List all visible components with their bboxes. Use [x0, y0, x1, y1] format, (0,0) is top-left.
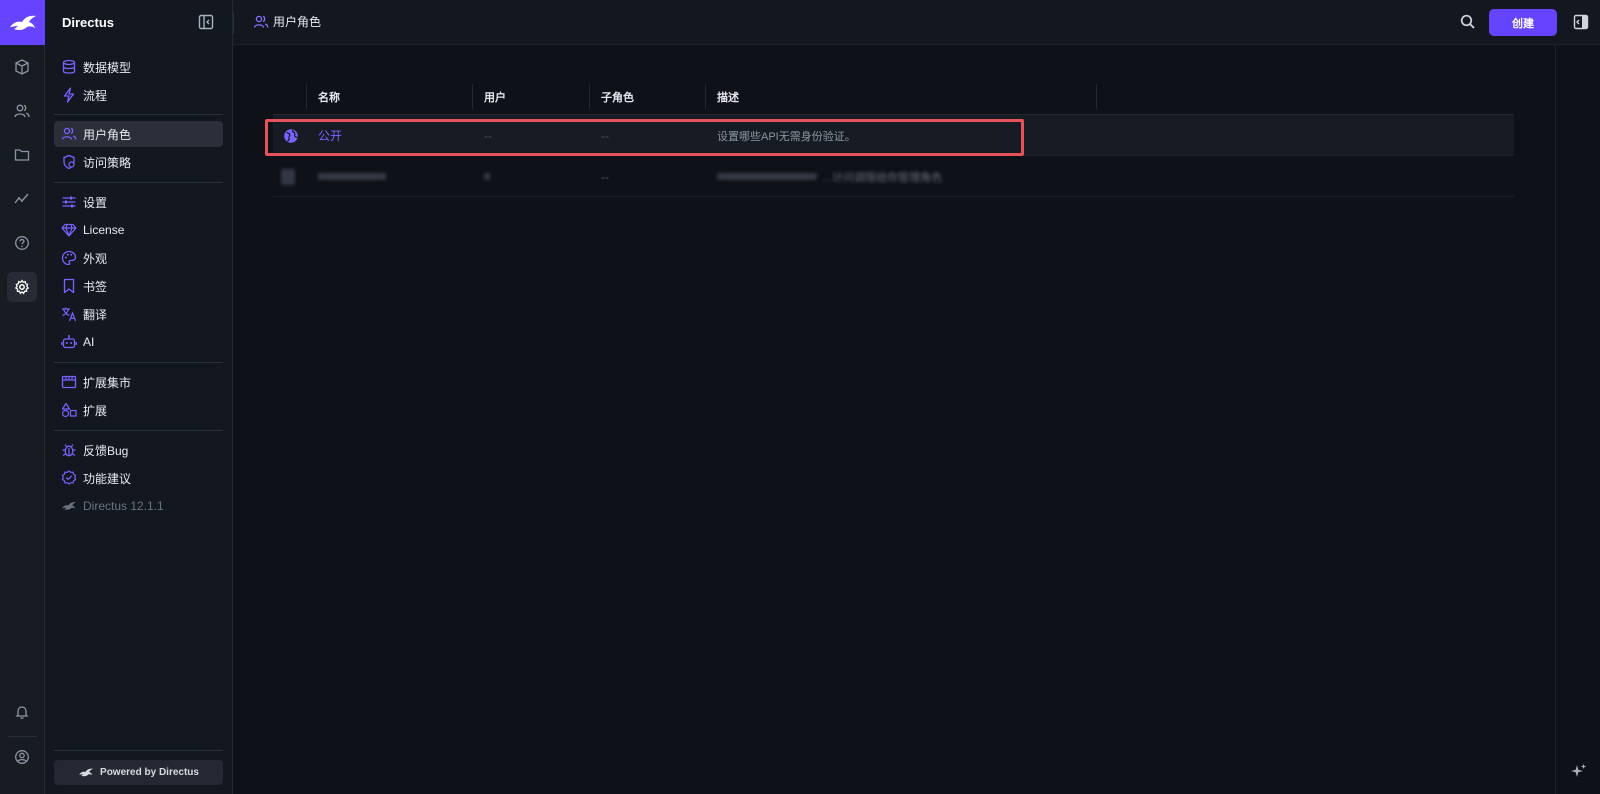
- nav-item-license[interactable]: License: [54, 217, 223, 243]
- role-users-redacted: [484, 156, 490, 197]
- nav-item-label: 用户角色: [83, 127, 132, 142]
- diamond-icon: [61, 222, 77, 238]
- role-name-redacted[interactable]: [318, 156, 386, 197]
- nav-item-access-policies[interactable]: 访问策略: [54, 149, 223, 175]
- header-separator: [233, 12, 234, 34]
- sidebar-panel-toggle-icon[interactable]: [1572, 13, 1590, 31]
- role-description-redacted: ...计问调限给你管理角色: [717, 156, 942, 197]
- nav-item-label: 书签: [83, 279, 108, 294]
- content-module-icon[interactable]: [7, 52, 37, 82]
- files-module-icon[interactable]: [7, 140, 37, 170]
- column-separator[interactable]: [589, 84, 590, 109]
- modbar-divider: [8, 736, 37, 737]
- verified-icon: [61, 470, 77, 486]
- nav-header: Directus: [45, 0, 233, 45]
- nav-item-extensions[interactable]: 扩展: [54, 397, 223, 423]
- nav-item-feature-request[interactable]: 功能建议: [54, 465, 223, 491]
- nav-item-label: 功能建议: [83, 471, 132, 486]
- nav-divider: [54, 362, 223, 363]
- bug-icon: [61, 442, 77, 458]
- search-icon[interactable]: [1459, 13, 1477, 31]
- column-header-users[interactable]: 用户: [484, 78, 506, 115]
- nav-item-marketplace[interactable]: 扩展集市: [54, 369, 223, 395]
- nav-divider: [54, 750, 223, 751]
- help-module-icon[interactable]: [7, 228, 37, 258]
- nav-item-label: 访问策略: [83, 155, 132, 170]
- collapse-sidebar-icon[interactable]: [197, 13, 215, 31]
- column-separator[interactable]: [472, 84, 473, 109]
- powered-by-directus[interactable]: Powered by Directus: [54, 760, 223, 785]
- nav-item-flows[interactable]: 流程: [54, 82, 223, 108]
- app-title: Directus: [62, 15, 115, 30]
- settings-navigation: Directus 数据模型 流程 用户角色 访问策略 设置 License 外观…: [45, 0, 233, 794]
- rabbit-logo-icon: [9, 15, 36, 30]
- bookmark-icon: [61, 278, 77, 294]
- right-rail: [1555, 45, 1600, 794]
- column-header-children[interactable]: 子角色: [601, 78, 634, 115]
- nav-item-label: 流程: [83, 88, 108, 103]
- nav-divider: [54, 430, 223, 431]
- column-separator: [306, 84, 307, 109]
- column-header-description[interactable]: 描述: [717, 78, 739, 115]
- nav-item-label: License: [83, 223, 125, 237]
- nav-item-appearance[interactable]: 外观: [54, 245, 223, 271]
- nav-item-translations[interactable]: 翻译: [54, 301, 223, 327]
- nav-item-label: AI: [83, 335, 95, 349]
- robot-icon: [61, 334, 77, 350]
- nav-item-label: 扩展集市: [83, 375, 132, 390]
- nav-divider: [54, 114, 223, 115]
- settings-module-icon[interactable]: [7, 272, 37, 302]
- nav-item-settings[interactable]: 设置: [54, 189, 223, 215]
- directus-rabbit-icon: [79, 768, 93, 777]
- highlight-annotation-box: [265, 119, 1024, 156]
- nav-item-label: 数据模型: [83, 60, 132, 75]
- users-icon: [253, 14, 269, 30]
- page-title: 用户角色: [273, 15, 322, 29]
- nav-item-label: 扩展: [83, 403, 108, 418]
- palette-icon: [61, 250, 77, 266]
- user-account-icon[interactable]: [7, 742, 37, 772]
- users-icon: [61, 126, 77, 142]
- breadcrumb: 用户角色: [253, 13, 321, 30]
- column-header-name[interactable]: 名称: [318, 78, 340, 115]
- database-icon: [61, 59, 77, 75]
- notifications-bell-icon[interactable]: [7, 697, 37, 727]
- nav-item-user-roles[interactable]: 用户角色: [54, 121, 223, 147]
- nav-divider: [54, 182, 223, 183]
- nav-item-data-model[interactable]: 数据模型: [54, 54, 223, 80]
- nav-item-label: Directus 12.1.1: [83, 499, 164, 513]
- app-root: Directus 数据模型 流程 用户角色 访问策略 设置 License 外观…: [0, 0, 1600, 794]
- directus-logo[interactable]: [0, 0, 45, 45]
- table-header: 名称 用户 子角色 描述: [273, 78, 1514, 115]
- row-icon-cell: [281, 156, 295, 197]
- column-separator[interactable]: [1096, 84, 1097, 109]
- nav-item-report-bug[interactable]: 反馈Bug: [54, 437, 223, 463]
- nav-item-bookmarks[interactable]: 书签: [54, 273, 223, 299]
- nav-item-label: 外观: [83, 251, 108, 266]
- translate-icon: [61, 306, 77, 322]
- nav-item-label: 设置: [83, 195, 108, 210]
- directus-icon: [61, 498, 77, 514]
- nav-item-ai[interactable]: AI: [54, 329, 223, 355]
- create-button[interactable]: 创建: [1489, 9, 1557, 36]
- powered-by-label: Powered by Directus: [100, 767, 199, 778]
- storefront-icon: [61, 374, 77, 390]
- role-children: --: [601, 169, 609, 184]
- insights-module-icon[interactable]: [7, 184, 37, 214]
- nav-item-label: 反馈Bug: [83, 443, 129, 458]
- nav-item-label: 翻译: [83, 307, 108, 322]
- nav-item-version[interactable]: Directus 12.1.1: [54, 493, 223, 519]
- page-header: 用户角色 创建: [233, 0, 1600, 45]
- module-bar: [0, 0, 45, 794]
- sliders-icon: [61, 194, 77, 210]
- ai-sparkle-icon[interactable]: [1571, 763, 1587, 779]
- users-module-icon[interactable]: [7, 96, 37, 126]
- table-row-redacted[interactable]: -- ...计问调限给你管理角色: [273, 156, 1514, 197]
- extension-icon: [61, 402, 77, 418]
- column-separator[interactable]: [705, 84, 706, 109]
- policy-icon: [61, 154, 77, 170]
- redacted-icon: [281, 168, 295, 185]
- bolt-icon: [61, 87, 77, 103]
